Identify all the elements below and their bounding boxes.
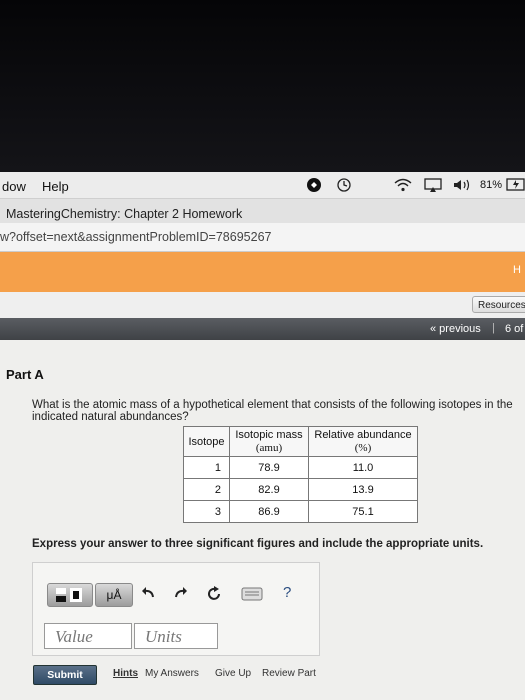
question-line-2: indicated natural abundances?: [32, 411, 189, 423]
problem-navigation-bar: « previous | 6 of: [0, 318, 525, 340]
reset-icon[interactable]: [205, 585, 223, 607]
isotopic-mass: 82.9: [229, 478, 309, 501]
part-heading[interactable]: Part A: [6, 367, 44, 382]
table-row: 2 82.9 13.9: [183, 478, 418, 501]
problem-counter: 6 of: [505, 323, 524, 335]
value-input[interactable]: Value: [44, 623, 132, 649]
relative-abundance: 75.1: [308, 500, 418, 523]
header-isotope: Isotope: [183, 426, 230, 457]
question-text: What is the atomic mass of a hypothetica…: [32, 399, 525, 423]
battery-icon[interactable]: [506, 178, 525, 194]
my-answers-link[interactable]: My Answers: [145, 668, 199, 679]
isotope-number: 2: [183, 478, 230, 501]
nav-separator: |: [492, 322, 495, 334]
airplay-icon[interactable]: [424, 177, 442, 193]
menu-item-help[interactable]: Help: [42, 179, 69, 194]
table-header-row: Isotope Isotopic mass (amu) Relative abu…: [183, 426, 418, 457]
relative-abundance: 11.0: [308, 456, 418, 479]
resources-button[interactable]: Resources: [472, 296, 525, 313]
url-text[interactable]: w?offset=next&assignmentProblemID=786952…: [0, 230, 271, 244]
app-status-icon[interactable]: [307, 178, 321, 192]
window-title: MasteringChemistry: Chapter 2 Homework: [6, 207, 243, 221]
units-tool-button[interactable]: μÅ: [95, 583, 133, 607]
dark-bezel: [0, 0, 525, 172]
header-isotopic-mass: Isotopic mass (amu): [229, 426, 309, 457]
previous-link[interactable]: « previous: [430, 323, 481, 335]
screen: dow Help 81% MasteringChemistry: Chapter…: [0, 172, 525, 700]
problem-content: Part A What is the atomic mass of a hypo…: [0, 340, 525, 700]
header-link[interactable]: H: [513, 264, 521, 276]
submit-button[interactable]: Submit: [33, 665, 97, 685]
header-relative-abundance: Relative abundance (%): [308, 426, 418, 457]
templates-button[interactable]: [47, 583, 93, 607]
hints-link[interactable]: Hints: [113, 668, 138, 679]
isotope-number: 3: [183, 500, 230, 523]
wifi-icon[interactable]: [393, 177, 413, 193]
volume-icon[interactable]: [452, 177, 474, 193]
isotope-table: Isotope Isotopic mass (amu) Relative abu…: [183, 426, 418, 523]
units-input[interactable]: Units: [134, 623, 218, 649]
isotopic-mass: 78.9: [229, 456, 309, 479]
resources-toolbar: Resources: [0, 292, 525, 318]
review-part-link[interactable]: Review Part: [262, 668, 316, 679]
menu-item-window[interactable]: dow: [2, 179, 26, 194]
table-row: 3 86.9 75.1: [183, 500, 418, 523]
template-icon: [56, 588, 82, 602]
help-button[interactable]: ?: [283, 584, 291, 601]
table-row: 1 78.9 11.0: [183, 456, 418, 479]
answer-instructions: Express your answer to three significant…: [32, 538, 484, 550]
keyboard-icon[interactable]: [241, 587, 263, 605]
course-header-banner: H: [0, 252, 525, 292]
isotopic-mass: 86.9: [229, 500, 309, 523]
address-bar[interactable]: w?offset=next&assignmentProblemID=786952…: [0, 223, 525, 252]
relative-abundance: 13.9: [308, 478, 418, 501]
question-line-1: What is the atomic mass of a hypothetica…: [32, 399, 513, 411]
undo-icon[interactable]: [140, 585, 156, 605]
give-up-link[interactable]: Give Up: [215, 668, 251, 679]
window-title-bar: MasteringChemistry: Chapter 2 Homework: [0, 199, 525, 223]
redo-icon[interactable]: [173, 585, 189, 605]
time-machine-icon[interactable]: [336, 177, 352, 193]
answer-panel: μÅ ? Value Units: [32, 562, 320, 656]
isotope-number: 1: [183, 456, 230, 479]
menu-bar: dow Help 81%: [0, 172, 525, 199]
battery-percent: 81%: [480, 179, 503, 191]
